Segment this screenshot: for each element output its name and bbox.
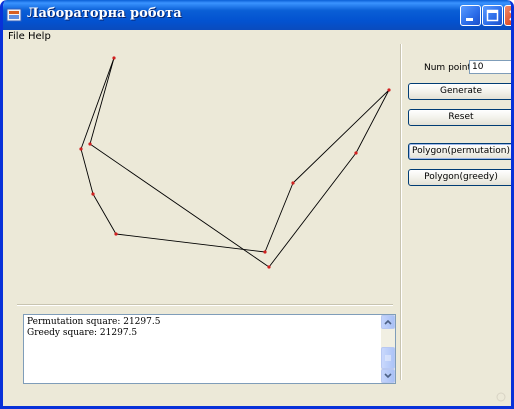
resize-grip-icon[interactable] (495, 391, 507, 403)
title-bar[interactable]: Лабораторна робота (3, 0, 511, 30)
polygon-edge (115, 233, 266, 253)
output-text-area[interactable]: Permutation square: 21297.5 Greedy squar… (23, 314, 396, 384)
polygon-edge (92, 193, 117, 235)
java-app-icon (6, 8, 22, 22)
maximize-icon (486, 9, 499, 22)
menu-help[interactable]: Help (28, 31, 51, 42)
generate-button[interactable]: Generate (408, 83, 511, 100)
polygon-edge (80, 148, 94, 195)
polygon-vertices (79, 56, 391, 269)
polygon-edge (89, 57, 115, 145)
maximize-button[interactable] (482, 5, 503, 26)
menu-file[interactable]: File (8, 31, 25, 42)
polygon-vertex (291, 181, 295, 185)
panel-divider[interactable] (400, 44, 402, 380)
chevron-down-icon (384, 373, 392, 379)
polygon-vertex (114, 232, 118, 236)
polygon-vertex (263, 250, 267, 254)
output-text: Permutation square: 21297.5 Greedy squar… (27, 317, 379, 339)
polygon-edges (80, 57, 390, 268)
minimize-icon (466, 18, 473, 21)
polygon-vertex (112, 56, 116, 60)
canvas-divider[interactable] (17, 304, 393, 306)
chevron-up-icon (384, 319, 392, 325)
polygon-greedy-button[interactable]: Polygon(greedy) (408, 169, 511, 186)
polygon-vertex (354, 151, 358, 155)
polygon-vertex (79, 147, 83, 151)
main-window: Лабораторна робота File Help Permutation… (0, 0, 514, 409)
polygon-vertex (387, 88, 391, 92)
grip-lines-icon (385, 355, 391, 361)
polygon-permutation-button[interactable]: Polygon(permutation) (408, 143, 511, 160)
menu-bar: File Help (3, 30, 511, 44)
reset-button[interactable]: Reset (408, 109, 511, 126)
num-points-label: Num points (424, 63, 476, 73)
status-bar (3, 388, 511, 406)
output-line-permutation: Permutation square: 21297.5 (27, 317, 161, 327)
close-icon (509, 10, 511, 21)
polygon-vertex (91, 192, 95, 196)
minimize-button[interactable] (460, 5, 481, 26)
polygon-vertex (267, 265, 271, 269)
polygon-edge (80, 57, 115, 150)
output-line-greedy: Greedy square: 21297.5 (27, 328, 138, 338)
polygon-edge (292, 89, 390, 184)
scroll-up-button[interactable] (381, 315, 395, 329)
output-scrollbar[interactable] (381, 315, 395, 383)
scroll-thumb[interactable] (381, 347, 395, 369)
num-points-input[interactable] (469, 60, 511, 74)
polygon-edge (355, 89, 390, 154)
window-title: Лабораторна робота (27, 6, 182, 21)
scroll-down-button[interactable] (381, 369, 395, 383)
drawing-canvas[interactable] (17, 46, 393, 304)
close-button[interactable] (504, 5, 511, 26)
polygon-vertex (88, 142, 92, 146)
polygon-edge (89, 143, 270, 268)
